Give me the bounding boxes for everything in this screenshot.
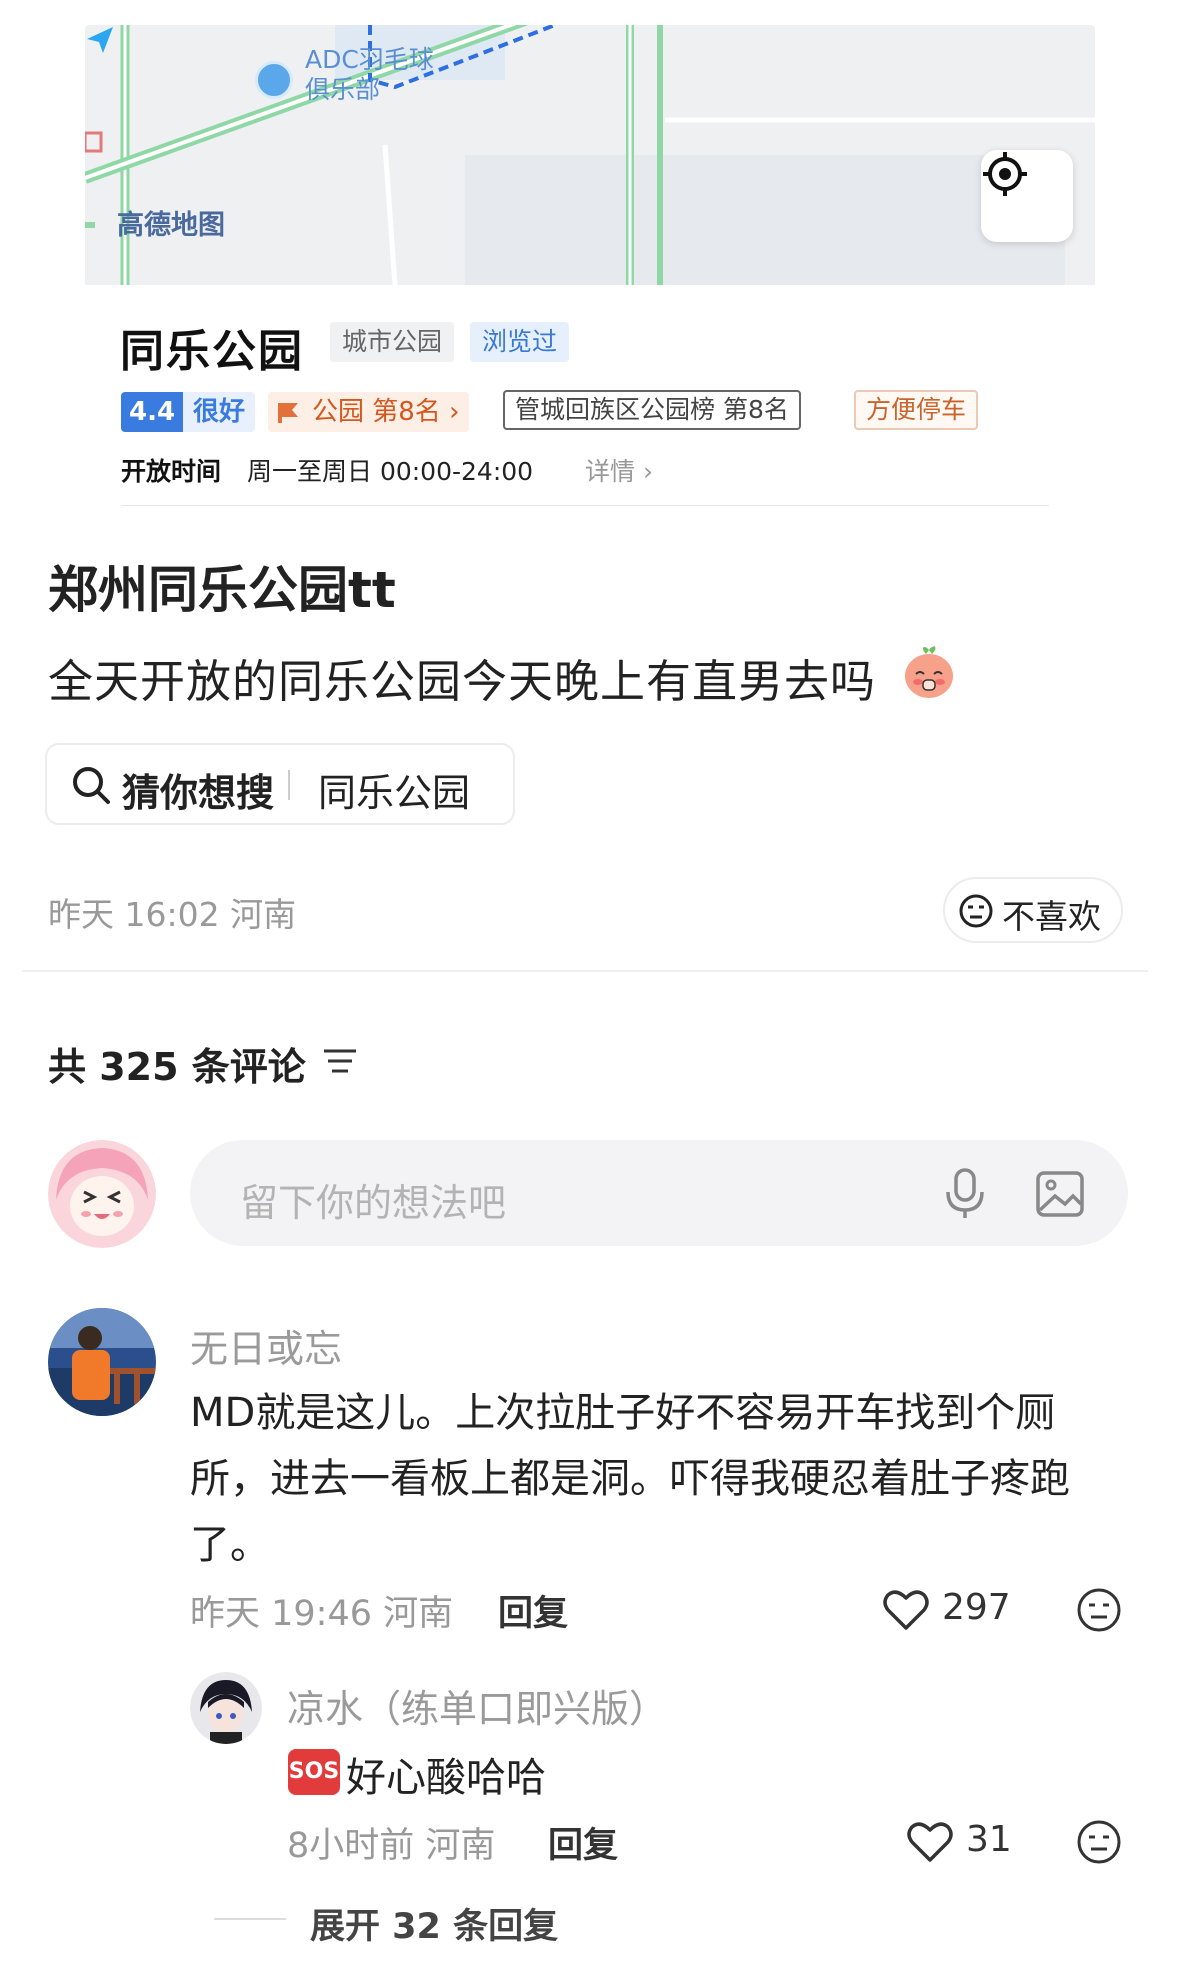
comment-count: 共 325 条评论: [48, 1045, 306, 1089]
search-icon: [73, 767, 110, 804]
rank-flag-icon: [278, 403, 298, 423]
map-logo-text: 高德地图: [117, 210, 225, 241]
replier-avatar[interactable]: [190, 1672, 262, 1744]
like-heart-icon[interactable]: [906, 1820, 954, 1864]
expand-replies-button[interactable]: 展开 32 条回复: [310, 1898, 558, 1949]
meh-face-icon: [959, 894, 993, 928]
rating-score[interactable]: 4.4: [121, 392, 184, 432]
locate-button[interactable]: [981, 150, 1073, 242]
poi-name[interactable]: 同乐公园: [120, 315, 304, 379]
commenter-avatar[interactable]: [48, 1308, 156, 1416]
sort-filter-icon[interactable]: [322, 1046, 358, 1076]
search-chip-query: 同乐公园: [318, 771, 471, 815]
divider: [121, 505, 1049, 506]
map-view[interactable]: ADC羽毛球 俱乐部 高德地图: [85, 25, 1095, 285]
viewed-tag: 浏览过: [470, 322, 570, 362]
comment-input-placeholder[interactable]: 留下你的想法吧: [240, 1172, 506, 1227]
amap-logo-icon: [87, 27, 113, 53]
map-roads: [85, 25, 1095, 285]
reply-text: 好心酸哈哈: [346, 1755, 546, 1801]
search-chip-separator: [288, 770, 290, 800]
reply-meta: 8小时前 河南: [287, 1826, 496, 1866]
poi-marker-icon[interactable]: [255, 61, 293, 99]
post-body: 全天开放的同乐公园今天晚上有直男去吗: [48, 655, 877, 708]
microphone-icon[interactable]: [942, 1168, 988, 1220]
poi-category-tag: 城市公园: [330, 322, 455, 362]
reply-reply-button[interactable]: 回复: [548, 1817, 618, 1868]
hours-value: 周一至周日 00:00-24:00: [247, 457, 534, 486]
meh-face-icon[interactable]: [1076, 1819, 1122, 1865]
comment-text: MD就是这儿。上次拉肚子好不容易开车找到个厕所，进去一看板上都是洞。吓得我硬忍着…: [190, 1390, 1070, 1568]
meh-face-icon[interactable]: [1076, 1587, 1122, 1633]
search-chip-label: 猜你想搜: [122, 771, 275, 815]
like-heart-icon[interactable]: [882, 1588, 930, 1632]
dislike-label: 不喜欢: [1002, 897, 1101, 936]
rating-text[interactable]: 很好: [183, 392, 256, 432]
comment-reply-button[interactable]: 回复: [498, 1585, 568, 1636]
expand-divider: [214, 1918, 286, 1920]
map-poi-label[interactable]: ADC羽毛球 俱乐部: [305, 45, 434, 105]
replier-name[interactable]: 凉水（练单口即兴版）: [287, 1678, 667, 1733]
post-meta: 昨天 16:02 河南: [48, 895, 297, 934]
sos-emoji-icon: SOS: [288, 1749, 340, 1795]
parking-tag: 方便停车: [854, 390, 979, 430]
locate-crosshair-icon: [983, 152, 1027, 196]
image-picker-icon[interactable]: [1035, 1170, 1085, 1218]
commenter-name[interactable]: 无日或忘: [190, 1318, 342, 1373]
peach-shy-emoji-icon: [905, 646, 953, 698]
hours-detail-link[interactable]: 详情 ›: [585, 452, 653, 488]
district-board-tag[interactable]: 管城回族区公园榜 第8名: [503, 390, 801, 430]
comment-like-count: 297: [942, 1587, 1011, 1628]
reply-like-count: 31: [966, 1819, 1012, 1860]
my-avatar[interactable]: [48, 1140, 156, 1248]
section-divider: [22, 970, 1148, 972]
comment-meta: 昨天 19:46 河南: [190, 1594, 454, 1634]
post-title: 郑州同乐公园tt: [48, 561, 396, 619]
hours-label: 开放时间: [121, 457, 222, 486]
